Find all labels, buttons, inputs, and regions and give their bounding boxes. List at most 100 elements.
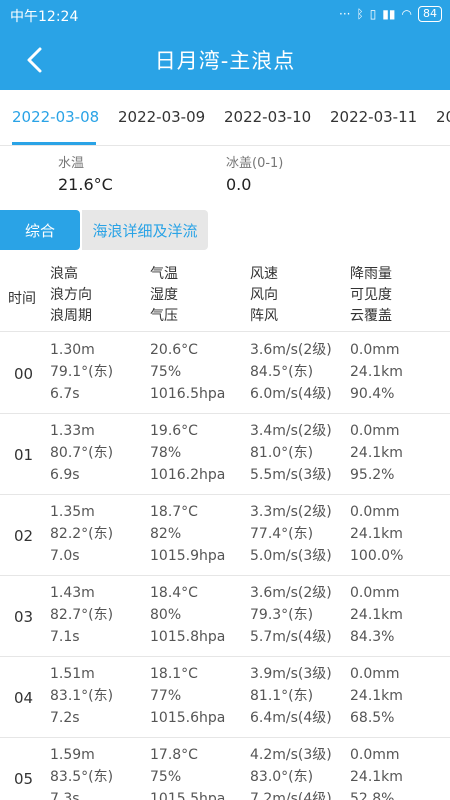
row-cell: 0.0mm 24.1km 84.3% [350,582,403,648]
cell-value: 1.35m [50,504,95,520]
cell-value: 18.1°C [150,666,198,682]
app-bar: 日月湾-主浪点 [0,30,450,90]
cell-value: 79.1°(东) [50,364,114,380]
more-dots-icon: ··· [339,7,351,21]
cell-value: 5.5m/s(3级) [250,467,332,483]
tab-date-0[interactable]: 2022-03-08 [12,108,99,126]
cell-value: 75% [150,769,182,785]
cell-value: 3.4m/s(2级) [250,423,332,439]
row-cell: 18.4°C 80% 1015.8hpa [150,582,225,648]
water-temp-value: 21.6°C [58,175,113,194]
cell-value: 7.0s [50,548,80,564]
row-hour: 00 [14,365,34,383]
cell-value: 1016.2hpa [150,467,226,483]
cell-value: 95.2% [350,467,395,483]
row-cell: 3.9m/s(3级) 81.1°(东) 6.4m/s(4级) [250,663,332,729]
header-wind-direction: 风向 [250,287,278,303]
view-toggle: 综合 海浪详细及洋流 [0,210,208,250]
tab-date-3[interactable]: 2022-03-11 [330,108,417,126]
status-time: 中午12:24 [10,9,79,25]
air-column-header: 气温 湿度 气压 [150,264,178,327]
cell-value: 19.6°C [150,423,198,439]
tab-date-4[interactable]: 20 [436,108,450,126]
ice-cover: 冰盖(0-1) 0.0 [226,152,283,194]
wave-column-header: 浪高 浪方向 浪周期 [50,264,92,327]
vibrate-icon: ▯ [369,7,377,21]
cell-value: 18.7°C [150,504,198,520]
header-rainfall: 降雨量 [350,266,392,282]
cell-value: 0.0mm [350,585,400,601]
row-cell: 1.59m 83.5°(东) 7.3s [50,744,113,800]
row-cell: 19.6°C 78% 1016.2hpa [150,420,225,486]
wave-detail-button[interactable]: 海浪详细及洋流 [82,210,208,250]
cell-value: 24.1km [350,688,403,704]
row-hour: 01 [14,446,34,464]
cell-value: 83.0°(东) [250,769,314,785]
wifi-icon: ◠ [401,7,412,21]
cell-value: 82.2°(东) [50,526,114,542]
tab-date-1[interactable]: 2022-03-09 [118,108,205,126]
cell-value: 3.6m/s(2级) [250,585,332,601]
cell-value: 1.51m [50,666,95,682]
header-wave-period: 浪周期 [50,308,92,324]
row-cell: 18.1°C 77% 1015.6hpa [150,663,225,729]
header-wind-speed: 风速 [250,266,278,282]
cell-value: 75% [150,364,182,380]
cell-value: 6.0m/s(4级) [250,386,332,402]
status-icons: ··· ᛒ ▯ ▮▮ ◠ 84 [339,6,442,22]
summary-button[interactable]: 综合 [0,210,80,250]
tab-date-2[interactable]: 2022-03-10 [224,108,311,126]
weather-column-header: 降雨量 可见度 云覆盖 [350,264,392,327]
cell-value: 1.59m [50,747,95,763]
row-cell: 0.0mm 24.1km 100.0% [350,501,403,567]
time-column-header: 时间 [8,291,36,307]
cell-value: 7.2s [50,710,80,726]
cell-value: 7.1s [50,629,80,645]
row-hour: 03 [14,608,34,626]
cell-value: 82.7°(东) [50,607,114,623]
status-bar: 中午12:24 ··· ᛒ ▯ ▮▮ ◠ 84 [0,0,450,30]
cell-value: 0.0mm [350,747,400,763]
row-cell: 0.0mm 24.1km 90.4% [350,339,403,405]
header-visibility: 可见度 [350,287,392,303]
cell-value: 24.1km [350,364,403,380]
cell-value: 77.4°(东) [250,526,314,542]
cell-value: 52.8% [350,791,395,800]
table-row: 04 1.51m 83.1°(东) 7.2s 18.1°C 77% 1015.6hpa 3.9… [0,657,450,738]
cell-value: 7.3s [50,791,80,800]
cell-value: 18.4°C [150,585,198,601]
cell-value: 1.43m [50,585,95,601]
cell-value: 83.1°(东) [50,688,114,704]
row-cell: 3.6m/s(2级) 79.3°(东) 5.7m/s(4级) [250,582,332,648]
cell-value: 0.0mm [350,504,400,520]
table-header: 时间 浪高 浪方向 浪周期 气温 湿度 气压 风速 风向 阵风 降雨量 可见度 … [0,260,450,332]
cell-value: 3.9m/s(3级) [250,666,332,682]
row-cell: 3.4m/s(2级) 81.0°(东) 5.5m/s(3级) [250,420,332,486]
cell-value: 4.2m/s(3级) [250,747,332,763]
row-cell: 17.8°C 75% 1015.5hpa [150,744,225,800]
cell-value: 90.4% [350,386,395,402]
row-cell: 1.33m 80.7°(东) 6.9s [50,420,113,486]
cell-value: 6.7s [50,386,80,402]
table-row: 01 1.33m 80.7°(东) 6.9s 19.6°C 78% 1016.2hpa 3.4… [0,414,450,495]
cell-value: 78% [150,445,182,461]
cell-value: 24.1km [350,526,403,542]
cell-value: 83.5°(东) [50,769,114,785]
cell-value: 6.4m/s(4级) [250,710,332,726]
table-row: 00 1.30m 79.1°(东) 6.7s 20.6°C 75% 1016.5hpa 3.6… [0,333,450,414]
cell-value: 20.6°C [150,342,198,358]
ice-cover-label: 冰盖(0-1) [226,156,284,171]
page-title: 日月湾-主浪点 [154,49,296,73]
row-hour: 05 [14,770,34,788]
header-air-temp: 气温 [150,266,178,282]
cell-value: 1015.9hpa [150,548,226,564]
row-cell: 1.51m 83.1°(东) 7.2s [50,663,113,729]
row-cell: 1.43m 82.7°(东) 7.1s [50,582,113,648]
cell-value: 1.30m [50,342,95,358]
water-temp: 水温 21.6°C [58,152,113,194]
cell-value: 3.6m/s(2级) [250,342,332,358]
header-wave-height: 浪高 [50,266,78,282]
cell-value: 7.2m/s(4级) [250,791,332,800]
cell-value: 79.3°(东) [250,607,314,623]
table-row: 03 1.43m 82.7°(东) 7.1s 18.4°C 80% 1015.8hpa 3.6… [0,576,450,657]
